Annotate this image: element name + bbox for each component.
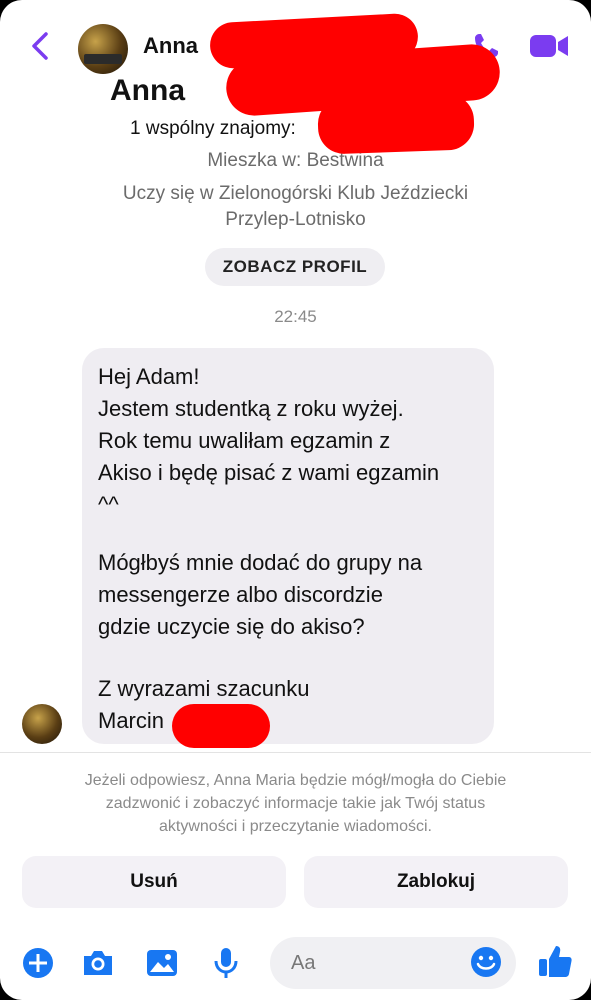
message-input-placeholder: Aa	[291, 952, 316, 974]
video-camera-icon[interactable]	[528, 32, 570, 60]
microphone-icon[interactable]	[208, 945, 244, 981]
message-line: Hej Adam!	[98, 364, 200, 389]
studies-text-line1: Uczy się w Zielonogórski Klub Jeździecki	[122, 183, 469, 204]
divider	[0, 752, 591, 753]
message-line: ^^	[98, 492, 119, 517]
message-line: Akiso i będę pisać z wami egzamin	[98, 460, 440, 485]
request-notice-line1: Jeżeli odpowiesz, Anna Maria będzie mógł…	[84, 772, 507, 789]
message-line: Mógłbyś mnie dodać do grupy na	[98, 550, 423, 575]
message-line: messengerze albo discordzie	[98, 582, 383, 607]
contact-avatar[interactable]	[78, 24, 128, 74]
camera-icon[interactable]	[80, 945, 116, 981]
sender-avatar[interactable]	[22, 704, 62, 744]
message-line: gdzie uczycie się do akiso?	[98, 614, 365, 639]
message-timestamp: 22:45	[274, 307, 317, 326]
block-button[interactable]: Zablokuj	[304, 856, 568, 908]
profile-name: Anna	[110, 74, 185, 107]
request-notice-line3: aktywności i przeczytanie wiadomości.	[159, 818, 432, 835]
studies-text-line2: Przylep-Lotnisko	[225, 209, 366, 230]
view-profile-button[interactable]: ZOBACZ PROFIL	[205, 248, 385, 286]
messenger-screen: Anna Anna 1 wspólny znajomy: Mieszka w: …	[0, 0, 591, 1000]
plus-icon[interactable]	[20, 945, 56, 981]
message-line: Rok temu uwaliłam egzamin z	[98, 428, 391, 453]
message-line: Z wyrazami szacunku	[98, 676, 310, 701]
redaction-mark	[172, 704, 270, 748]
like-icon[interactable]	[536, 942, 574, 980]
contact-name[interactable]: Anna	[143, 33, 198, 59]
lives-in-text: Mieszka w: Bestwina	[207, 150, 384, 171]
mutual-friends-text: 1 wspólny znajomy:	[130, 118, 296, 139]
emoji-icon[interactable]	[468, 944, 504, 980]
chevron-left-icon[interactable]	[26, 28, 56, 64]
delete-button[interactable]: Usuń	[22, 856, 286, 908]
image-icon[interactable]	[144, 945, 180, 981]
message-line: Jestem studentką z roku wyżej.	[98, 396, 404, 421]
message-line: Marcin	[98, 708, 165, 733]
redaction-mark	[317, 93, 475, 155]
request-notice-line2: zadzwonić i zobaczyć informacje takie ja…	[105, 795, 486, 812]
